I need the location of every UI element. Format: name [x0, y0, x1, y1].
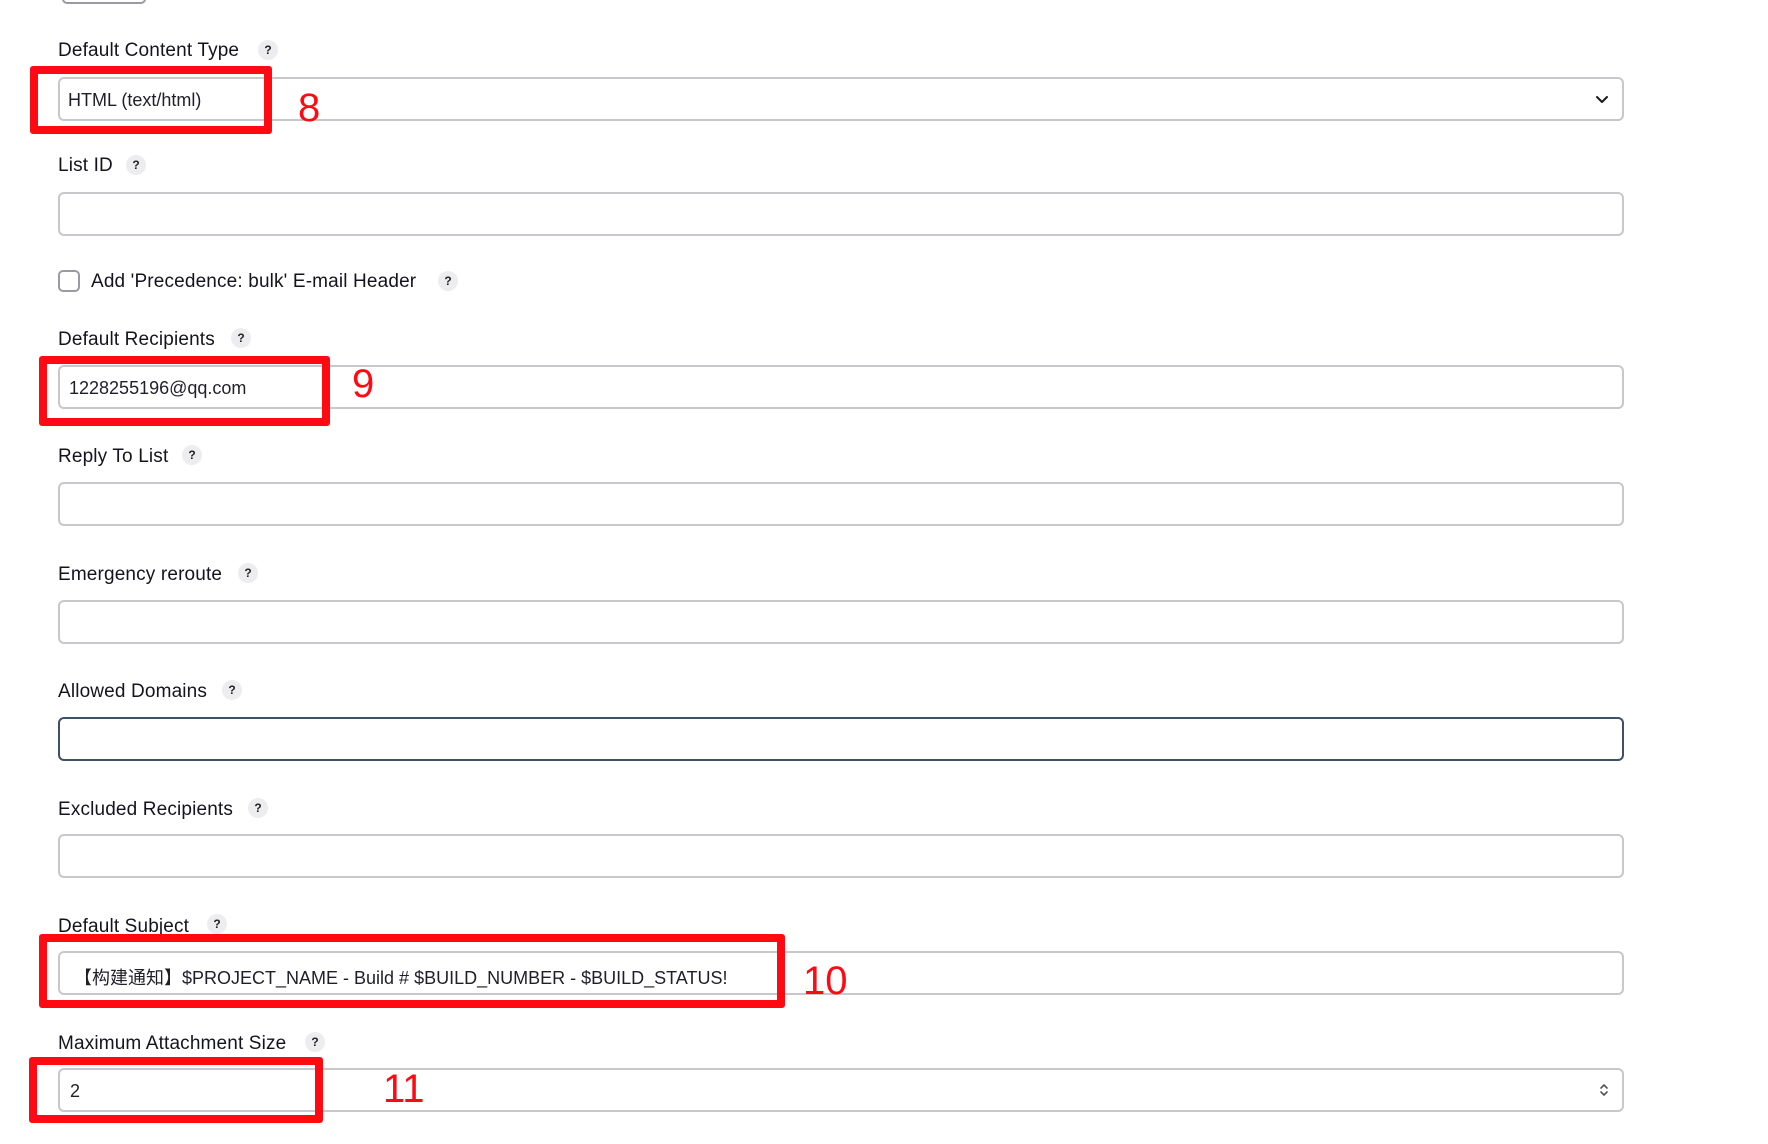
list-id-help-icon[interactable]: ? — [126, 155, 146, 175]
list-id-input[interactable] — [58, 192, 1624, 236]
attachment-help-icon[interactable]: ? — [305, 1032, 325, 1052]
attachment-label: Maximum Attachment Size — [58, 1033, 287, 1054]
list-id-label: List ID — [58, 155, 113, 176]
emergency-help-icon[interactable]: ? — [238, 563, 258, 583]
annotation-number-8: 8 — [298, 86, 321, 130]
precedence-label: Add 'Precedence: bulk' E-mail Header — [91, 271, 417, 292]
highlight-box-recipients — [39, 356, 330, 426]
content-type-label: Default Content Type — [58, 40, 240, 61]
excluded-input[interactable] — [58, 834, 1624, 878]
content-type-help-icon[interactable]: ? — [258, 40, 278, 60]
chevron-down-icon — [1596, 96, 1608, 103]
excluded-label: Excluded Recipients — [58, 799, 234, 820]
highlight-box-attachment — [29, 1057, 323, 1123]
domains-input[interactable] — [58, 717, 1624, 761]
precedence-help-icon[interactable]: ? — [438, 271, 458, 291]
domains-help-icon[interactable]: ? — [222, 680, 242, 700]
subject-help-icon[interactable]: ? — [207, 914, 227, 934]
excluded-help-icon[interactable]: ? — [248, 798, 268, 818]
precedence-checkbox[interactable] — [58, 270, 80, 292]
annotation-number-10: 10 — [803, 959, 848, 1003]
recipients-help-icon[interactable]: ? — [231, 328, 251, 348]
annotation-number-11: 11 — [383, 1067, 425, 1111]
reply-to-label: Reply To List — [58, 446, 169, 467]
previous-control-stub — [62, 0, 146, 4]
emergency-label: Emergency reroute — [58, 564, 223, 585]
stepper-arrows-icon[interactable] — [1598, 1081, 1610, 1099]
domains-label: Allowed Domains — [58, 681, 208, 702]
highlight-box-content-type — [30, 66, 272, 134]
emergency-input[interactable] — [58, 600, 1624, 644]
highlight-box-subject — [39, 934, 785, 1008]
recipients-label: Default Recipients — [58, 329, 215, 350]
content-type-select[interactable]: HTML (text/html) — [58, 77, 1624, 121]
reply-to-input[interactable] — [58, 482, 1624, 526]
annotation-number-9: 9 — [352, 362, 375, 406]
reply-to-help-icon[interactable]: ? — [182, 445, 202, 465]
